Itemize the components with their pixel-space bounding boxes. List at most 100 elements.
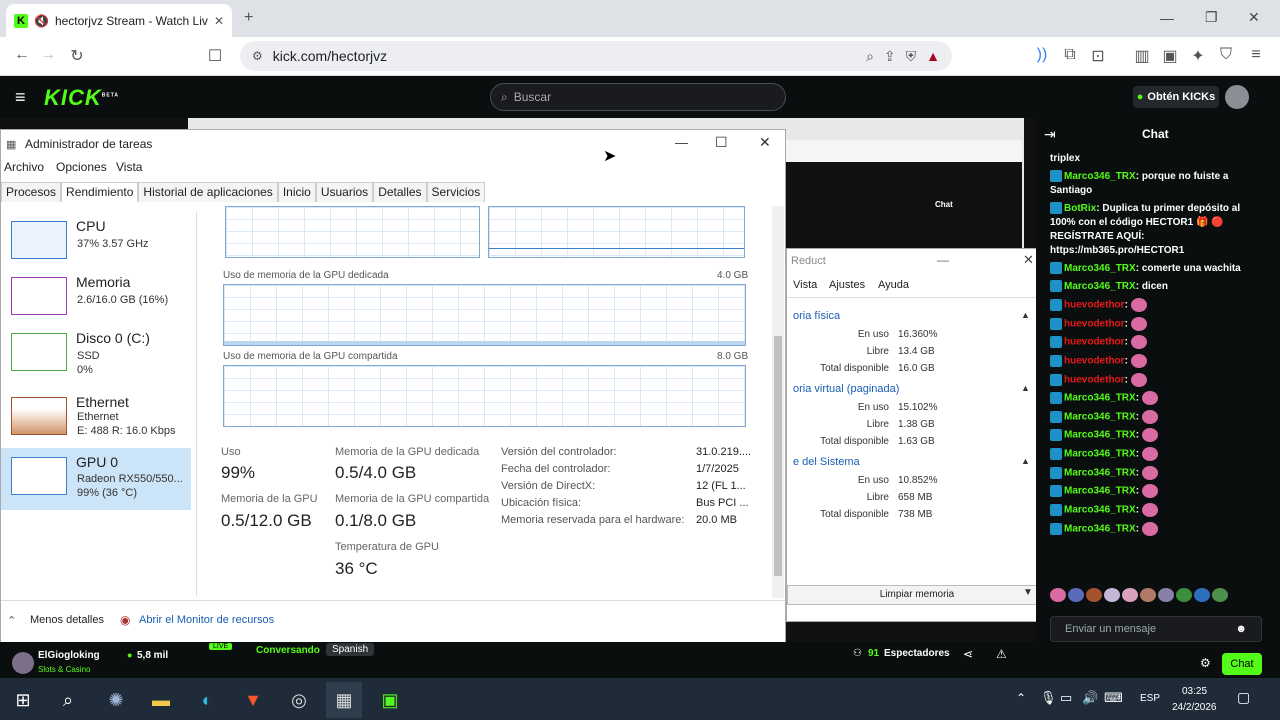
kick-logo[interactable]: KICKBETA: [44, 85, 119, 111]
chat-username[interactable]: Marco346_TRX: [1064, 263, 1136, 274]
tab-servicios[interactable]: Servicios: [426, 182, 486, 202]
report-icon[interactable]: ⚠: [996, 647, 1007, 661]
collapse-icon[interactable]: ▲: [1021, 310, 1030, 320]
reduct-minimize-icon[interactable]: —: [937, 253, 949, 267]
chat-username[interactable]: Marco346_TRX: [1064, 467, 1136, 478]
mute-icon[interactable]: 🔇: [34, 14, 49, 28]
edge-icon[interactable]: ◐: [189, 682, 225, 718]
brave-shield-icon[interactable]: ⛨: [906, 48, 917, 65]
emote-icon[interactable]: [1050, 588, 1066, 602]
mem-reduct-window[interactable]: Reduct — ✕ Vista Ajustes Ayuda oria físi…: [786, 248, 1048, 622]
tab-inicio[interactable]: Inicio: [277, 182, 316, 202]
vpn-icon[interactable]: ⛉: [1216, 46, 1236, 64]
site-info-icon[interactable]: ⚙: [252, 49, 263, 63]
reduct-menu-ajustes[interactable]: Ajustes: [829, 279, 865, 291]
chat-username[interactable]: Marco346_TRX: [1064, 449, 1136, 460]
streamer-category[interactable]: Slots & Casino: [38, 665, 90, 674]
ai-icon[interactable]: ✦: [1188, 46, 1208, 66]
reduct-menu-ayuda[interactable]: Ayuda: [878, 279, 909, 291]
task-manager-taskbar-icon[interactable]: ▦: [326, 682, 362, 718]
brave-rewards-icon[interactable]: ▲: [926, 48, 940, 64]
audio-icon[interactable]: )): [1032, 46, 1052, 64]
clock-date[interactable]: 24/2/2026: [1172, 702, 1217, 713]
collapse-chat-icon[interactable]: ⇥: [1044, 126, 1056, 143]
tray-chevron-icon[interactable]: ⌃: [1016, 691, 1026, 705]
address-bar[interactable]: ⚙ kick.com/hectorjvz ⌕ ⇪ ⛨ ▲: [240, 41, 952, 71]
chat-username[interactable]: huevodethor: [1064, 356, 1125, 367]
tm-maximize-icon[interactable]: ☐: [715, 134, 728, 151]
volume-icon[interactable]: 🔊: [1082, 690, 1098, 706]
chat-username[interactable]: huevodethor: [1064, 318, 1125, 329]
chat-username[interactable]: Marco346_TRX: [1064, 281, 1136, 292]
zoom-icon[interactable]: ⌕: [866, 48, 874, 65]
tm-minimize-icon[interactable]: —: [675, 135, 688, 150]
clock-time[interactable]: 03:25: [1182, 686, 1207, 697]
reload-icon[interactable]: ↻: [67, 46, 87, 66]
tab-detalles[interactable]: Detalles: [373, 182, 427, 202]
language-indicator[interactable]: ESP: [1140, 693, 1160, 704]
restore-icon[interactable]: ❐: [1205, 9, 1218, 26]
chat-username[interactable]: Marco346_TRX: [1064, 486, 1136, 497]
notifications-icon[interactable]: ▢: [1237, 689, 1250, 706]
chat-username[interactable]: Marco346_TRX: [1064, 393, 1136, 404]
chat-username[interactable]: Marco346_TRX: [1064, 523, 1136, 534]
kick-search-input[interactable]: ⌕ Buscar: [490, 83, 786, 111]
windows-start-icon[interactable]: ⊞: [5, 682, 41, 718]
menu-opciones[interactable]: Opciones: [56, 160, 107, 174]
collapse-icon[interactable]: ▲: [1021, 383, 1030, 393]
emote-icon[interactable]: [1104, 588, 1120, 602]
reduct-close-icon[interactable]: ✕: [1023, 252, 1034, 268]
tab-usuarios[interactable]: Usuarios: [315, 182, 374, 202]
tag-spanish[interactable]: Spanish: [326, 643, 375, 656]
tab-rendimiento[interactable]: Rendimiento: [61, 182, 139, 202]
minimize-icon[interactable]: —: [1160, 10, 1174, 26]
menu-icon[interactable]: ≡: [1246, 46, 1266, 64]
streamer-avatar[interactable]: [12, 652, 34, 674]
brave-icon[interactable]: ▼: [235, 682, 271, 718]
menu-archivo[interactable]: Archivo: [4, 160, 44, 174]
new-tab-icon[interactable]: +: [244, 9, 253, 27]
dropdown-icon[interactable]: ▼: [1023, 587, 1033, 598]
back-icon[interactable]: ←: [12, 46, 32, 64]
chat-username[interactable]: Marco346_TRX: [1064, 411, 1136, 422]
emote-icon[interactable]: [1158, 588, 1174, 602]
emote-icon[interactable]: [1176, 588, 1192, 602]
emote-icon[interactable]: [1140, 588, 1156, 602]
leo-icon[interactable]: ⊡: [1088, 46, 1108, 66]
sidebar-icon[interactable]: ▥: [1132, 46, 1152, 66]
chat-username[interactable]: BotRix: [1064, 203, 1096, 214]
tm-close-icon[interactable]: ✕: [759, 134, 771, 151]
chat-settings-icon[interactable]: ⚙: [1200, 656, 1211, 670]
clean-memory-button[interactable]: Limpiar memoria: [787, 585, 1047, 605]
emote-icon[interactable]: [1212, 588, 1228, 602]
resource-monitor-link[interactable]: Abrir el Monitor de recursos: [139, 614, 274, 626]
obs-icon[interactable]: ◎: [281, 682, 317, 718]
memreduct-taskbar-icon[interactable]: ▣: [372, 682, 408, 718]
forward-icon[interactable]: →: [38, 46, 58, 64]
sidebar-item-disco[interactable]: Disco 0 (C:) SSD 0%: [1, 324, 191, 386]
mic-icon[interactable]: 🎙: [1040, 690, 1057, 706]
fewer-details-link[interactable]: Menos detalles: [30, 614, 104, 626]
sidebar-item-memoria[interactable]: Memoria 2.6/16.0 GB (16%): [1, 268, 191, 330]
emote-icon[interactable]: [1194, 588, 1210, 602]
wallet-icon[interactable]: ▣: [1160, 46, 1180, 66]
chevron-up-icon[interactable]: ⌃: [7, 614, 16, 627]
emote-icon[interactable]: [1122, 588, 1138, 602]
tab-procesos[interactable]: Procesos: [1, 182, 62, 202]
browser-tab[interactable]: K 🔇 hectorjvz Stream - Watch Live ✕: [6, 4, 232, 37]
tag-conversando[interactable]: Conversando: [256, 645, 320, 656]
task-manager-window[interactable]: ▦ Administrador de tareas — ☐ ✕ Archivo …: [0, 129, 786, 643]
emoji-icon[interactable]: ☻: [1235, 623, 1247, 635]
search-icon[interactable]: ⌕: [50, 682, 86, 718]
chat-username[interactable]: Marco346_TRX: [1064, 505, 1136, 516]
keyboard-icon[interactable]: ⌨: [1104, 690, 1123, 706]
sidebar-item-cpu[interactable]: CPU 37% 3.57 GHz: [1, 212, 191, 274]
emote-icon[interactable]: [1086, 588, 1102, 602]
share-icon[interactable]: ⇪: [884, 48, 896, 65]
collapse-icon[interactable]: ▲: [1021, 456, 1030, 466]
close-tab-icon[interactable]: ✕: [214, 14, 224, 28]
chat-username[interactable]: huevodethor: [1064, 337, 1125, 348]
extensions-icon[interactable]: ⧉: [1060, 46, 1080, 64]
emote-icon[interactable]: [1068, 588, 1084, 602]
tab-historial[interactable]: Historial de aplicaciones: [138, 182, 278, 202]
